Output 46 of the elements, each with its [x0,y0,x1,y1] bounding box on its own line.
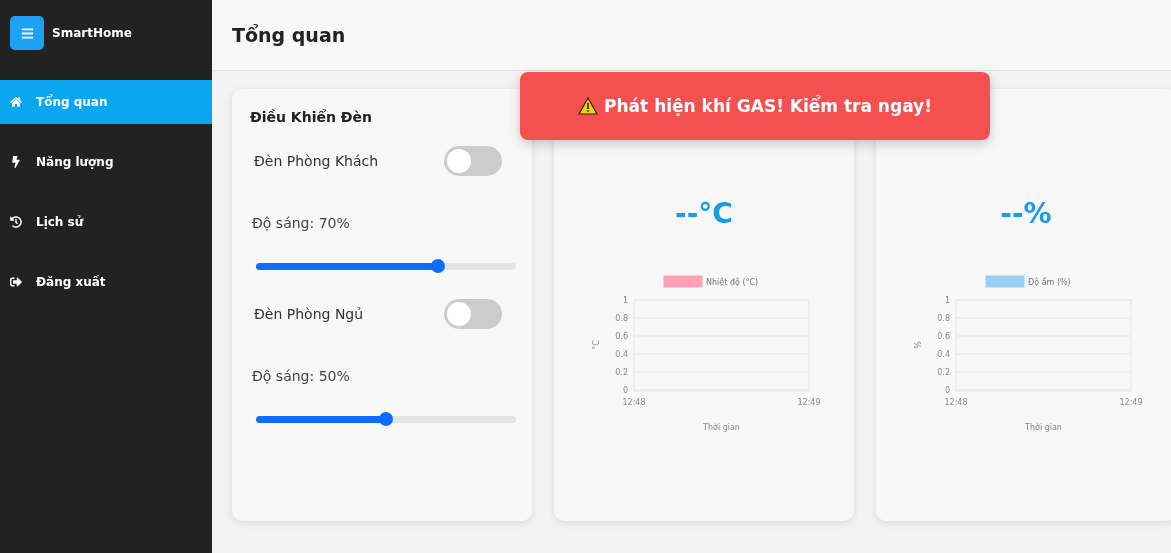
history-icon [10,216,22,228]
sensor-value: --°C [675,197,733,230]
y-tick-label: 0.6 [615,332,628,341]
legend-label: Độ ẩm (%) [1028,278,1071,287]
y-tick-label: 0.2 [937,368,950,377]
y-tick-label: 0 [944,386,950,395]
x-tick-label: 12:48 [944,398,968,407]
legend-label: Nhiệt độ (°C) [706,278,759,287]
sidebar-item[interactable]: Lịch sử [0,200,212,244]
sidebar-item[interactable]: Đăng xuất [0,260,212,304]
slider-thumb[interactable] [431,259,445,273]
warning-icon [578,97,599,115]
sensor-value: --% [1000,197,1052,230]
x-tick-label: 12:49 [1119,398,1143,407]
menu-icon [20,26,34,40]
y-tick-label: 1 [944,296,950,305]
alert-text: Phát hiện khí GAS! Kiểm tra ngay! [604,96,932,116]
x-tick-label: 12:48 [622,398,646,407]
x-axis-label: Thời gian [1025,423,1062,432]
brightness-label: Độ sáng: 50% [252,368,351,384]
toggle-switch[interactable] [444,146,502,176]
page-title: Tổng quan [232,24,346,46]
logout-icon [10,276,22,288]
y-tick-label: 0.4 [937,350,950,359]
y-tick-label: 0.8 [615,314,628,323]
y-tick-label: 1 [622,296,628,305]
brightness-label: Độ sáng: 70% [252,215,351,231]
x-tick-label: 12:49 [797,398,821,407]
slider-thumb[interactable] [379,412,393,426]
lightning-icon [10,156,22,168]
brand-name: SmartHome [52,26,132,40]
light-name: Đèn Phòng Ngủ [254,306,364,322]
menu-button[interactable] [10,16,44,50]
y-tick-label: 0 [622,386,628,395]
light-name: Đèn Phòng Khách [254,153,379,169]
sidebar-item[interactable]: Năng lượng [0,140,212,184]
y-tick-label: 0.4 [615,350,628,359]
y-axis-label: % [914,341,923,349]
home-icon [10,96,22,108]
y-tick-label: 0.6 [937,332,950,341]
y-tick-label: 0.2 [615,368,628,377]
y-axis-label: °C [592,340,601,350]
toggle-switch[interactable] [444,299,502,329]
y-tick-label: 0.8 [937,314,950,323]
x-axis-label: Thời gian [703,423,740,432]
card-title: Điều Khiển Đèn [250,109,373,125]
